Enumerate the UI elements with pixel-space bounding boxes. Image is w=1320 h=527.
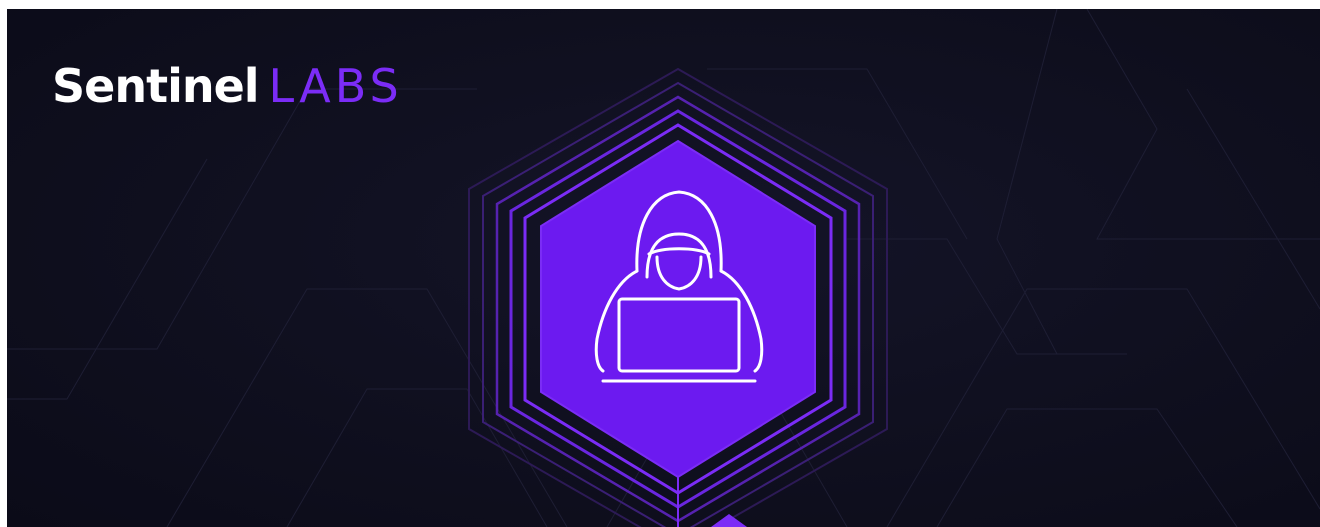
hero-banner: Sentinel LABS (7, 9, 1320, 527)
page-frame: Sentinel LABS (0, 0, 1320, 527)
diamond-marker (711, 514, 747, 527)
hexagon-emblem (468, 67, 888, 527)
